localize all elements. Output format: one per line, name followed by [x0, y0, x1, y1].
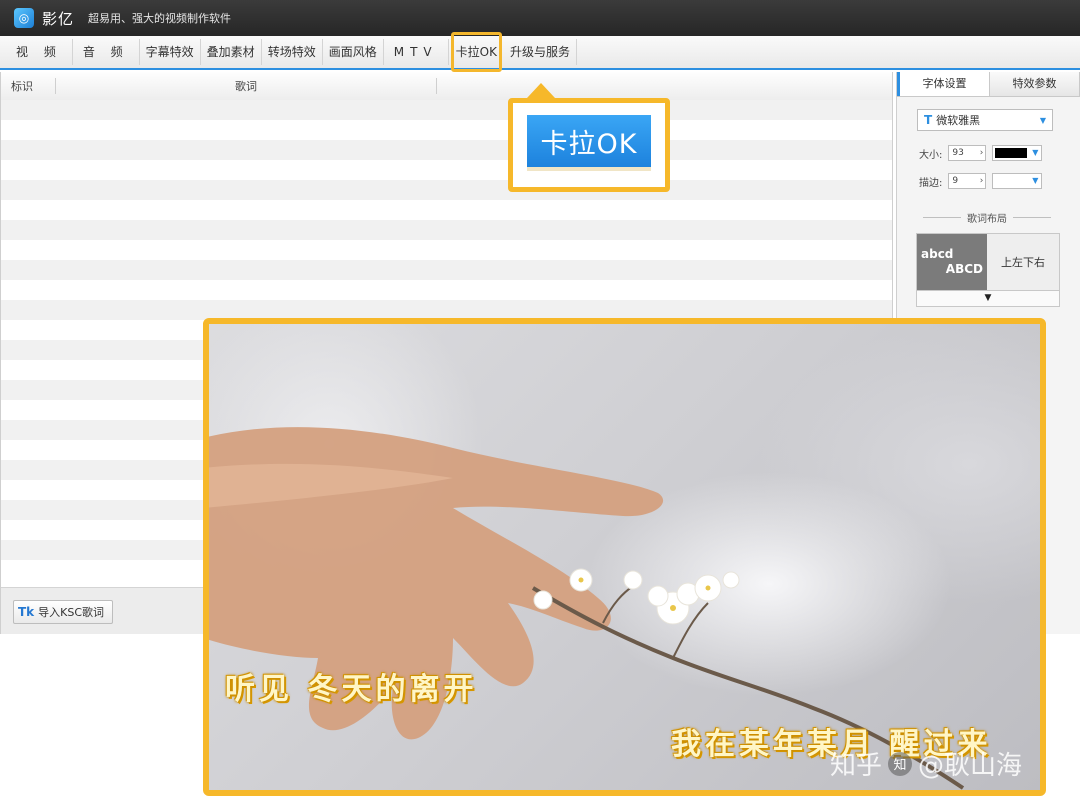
lyrics-table-row[interactable] [1, 240, 892, 260]
chevron-down-icon: ▼ [1039, 115, 1046, 125]
tab-karaoke-highlight: 卡拉OK [450, 32, 502, 72]
lyrics-table-row[interactable] [1, 100, 892, 120]
layout-expand-button[interactable]: ▼ [916, 290, 1060, 307]
size-label: 大小: [919, 149, 943, 161]
lyrics-table-row[interactable] [1, 300, 892, 320]
column-header-id[interactable]: 标识 [1, 78, 56, 94]
callout-label: 卡拉OK [527, 115, 651, 167]
layout-option-top-left-bottom-right[interactable]: 上左下右 [987, 234, 1059, 290]
tab-audio[interactable]: 音 频 [73, 39, 140, 65]
chevron-right-icon: › [979, 148, 984, 158]
font-type-icon: T [924, 113, 933, 127]
tab-video[interactable]: 视 频 [6, 39, 73, 65]
lyrics-table-header: 标识 歌词 [1, 72, 892, 101]
layout-sample-upper: ABCD [945, 262, 983, 276]
tab-picture-style[interactable]: 画面风格 [323, 39, 384, 65]
chevron-down-icon: ▼ [1032, 148, 1039, 157]
tab-mtv[interactable]: MTV [384, 39, 449, 65]
layout-sample-lower: abcd [921, 247, 954, 261]
stroke-value: 9 [952, 176, 959, 186]
stroke-stepper[interactable]: 9 › [948, 173, 987, 189]
font-family-select[interactable]: T 微软雅黑 ▼ [917, 109, 1053, 131]
import-ksc-button[interactable]: Tk 导入KSC歌词 [13, 600, 114, 624]
lyrics-table-row[interactable] [1, 260, 892, 280]
lyrics-table-row[interactable] [1, 200, 892, 220]
lyric-layout-options: abcd ABCD 上左下右 [916, 233, 1060, 291]
lyric-layout-heading: 歌词布局 [917, 210, 1057, 225]
stroke-color-picker[interactable]: ▼ [992, 173, 1043, 189]
lyrics-table-row[interactable] [1, 180, 892, 200]
size-stepper[interactable]: 93 › [948, 145, 987, 161]
size-row: 大小: 93 › ▼ [919, 144, 1043, 162]
size-color-picker[interactable]: ▼ [992, 145, 1043, 161]
main-tab-bar: 视 频 音 频 字幕特效 叠加素材 转场特效 画面风格 MTV 卡拉OK 升级与… [0, 32, 1080, 72]
watermark-site: 知乎 [829, 751, 882, 781]
watermark-user: @耿山海 [917, 751, 1022, 781]
column-header-lyric[interactable]: 歌词 [56, 78, 437, 94]
app-slogan: 超易用、强大的视频制作软件 [88, 12, 232, 25]
size-color-swatch [995, 148, 1028, 158]
chevron-down-icon: ▼ [1032, 176, 1039, 185]
app-name: 影亿 [42, 9, 75, 28]
import-ksc-label: 导入KSC歌词 [38, 606, 105, 619]
tab-transitions[interactable]: 转场特效 [262, 39, 323, 65]
lyric-layout-label: 歌词布局 [967, 214, 1007, 225]
tab-subtitle-effects[interactable]: 字幕特效 [140, 39, 201, 65]
tab-karaoke[interactable]: 卡拉OK [456, 45, 497, 59]
layout-option-stagger[interactable]: abcd ABCD [917, 234, 987, 290]
stroke-label: 描边: [919, 177, 943, 189]
watermark: 知乎 知 @耿山海 [830, 745, 1022, 782]
title-bar: ◎ 影亿 超易用、强大的视频制作软件 [0, 0, 1080, 36]
app-logo-icon: ◎ [14, 8, 34, 28]
stroke-row: 描边: 9 › ▼ [919, 172, 1043, 190]
lyrics-table-row[interactable] [1, 160, 892, 180]
lyric-line-1: 听见 冬天的离开 [225, 672, 478, 707]
tab-overlay-assets[interactable]: 叠加素材 [201, 39, 262, 65]
tab-effect-params[interactable]: 特效参数 [990, 72, 1080, 96]
tab-font-settings[interactable]: 字体设置 [897, 72, 990, 96]
import-lyrics-icon: Tk [18, 605, 35, 619]
tab-upgrade-service[interactable]: 升级与服务 [504, 39, 577, 65]
karaoke-callout: 卡拉OK [508, 83, 670, 192]
size-value: 93 [952, 148, 964, 158]
lyrics-table-row[interactable] [1, 140, 892, 160]
chevron-right-icon: › [979, 176, 984, 186]
karaoke-preview: 听见 冬天的离开 我在某年某月 醒过来 知乎 知 @耿山海 [203, 318, 1046, 796]
stroke-color-swatch [995, 176, 1028, 186]
lyrics-table-row[interactable] [1, 120, 892, 140]
lyrics-table-row[interactable] [1, 280, 892, 300]
font-family-value: 微软雅黑 [936, 114, 981, 127]
settings-tabs: 字体设置 特效参数 [897, 72, 1080, 97]
watermark-logo-icon: 知 [887, 751, 912, 776]
lyrics-table-row[interactable] [1, 220, 892, 240]
